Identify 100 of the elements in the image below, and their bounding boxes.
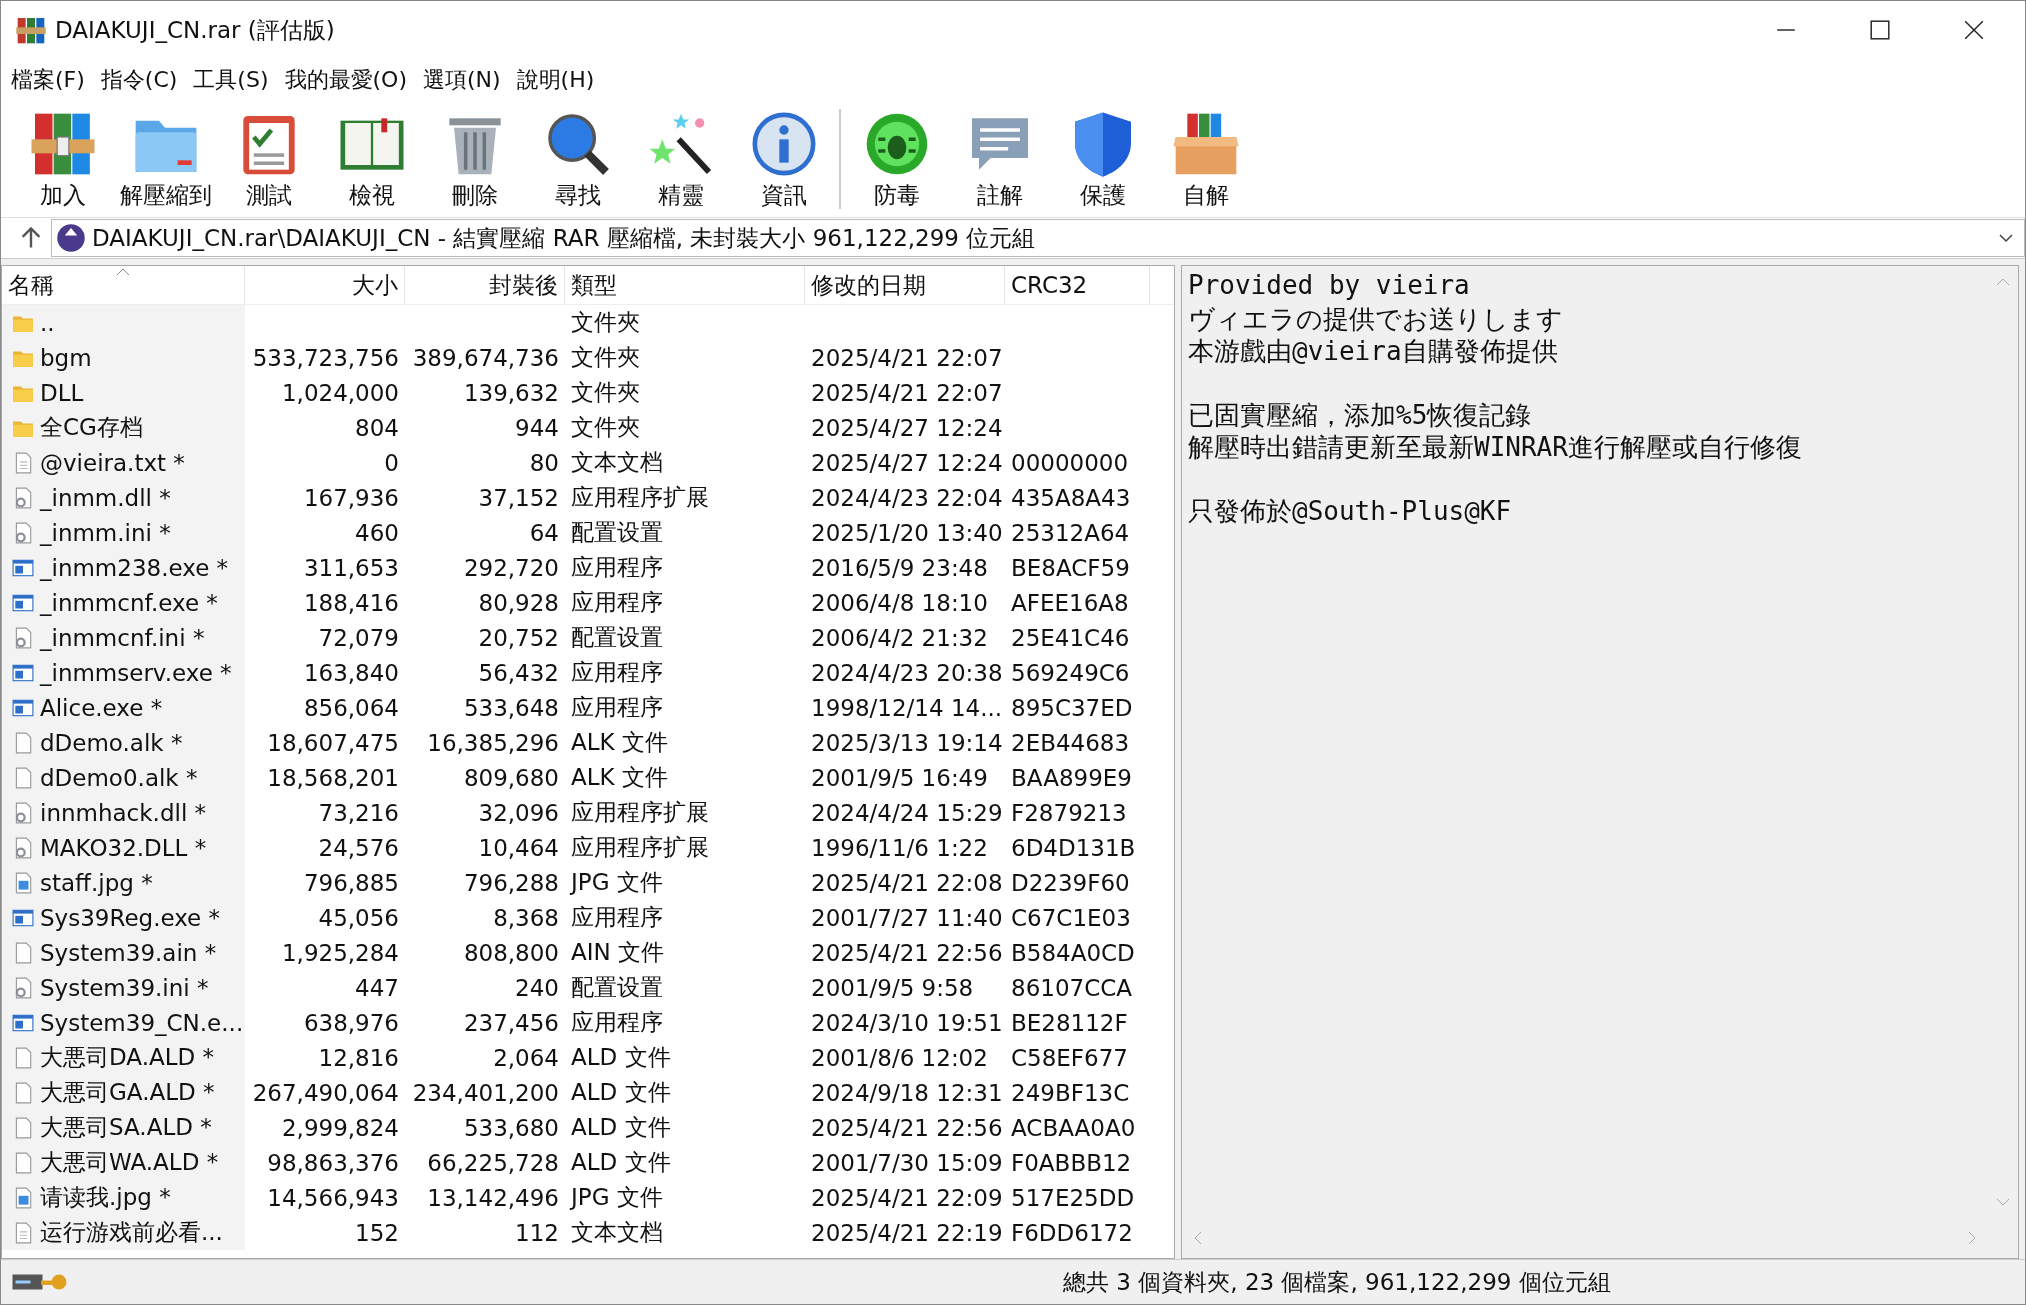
file-size: 163,840 <box>302 659 400 686</box>
toolbar-button[interactable]: 資訊 <box>732 107 835 213</box>
crc-value: 25312A64 <box>1010 519 1131 546</box>
file-name[interactable]: innmhack.dll * <box>2 795 245 830</box>
status-text: 總共 3 個資料夾, 23 個檔案, 961,122,299 個位元組 <box>1063 1267 1611 1297</box>
menu-item[interactable]: 指令(C) <box>98 63 180 97</box>
file-name[interactable]: 大悪司SA.ALD * <box>2 1110 245 1145</box>
sort-ascending-icon <box>116 268 130 276</box>
file-type: 应用程序 <box>570 1008 664 1037</box>
toolbar-button[interactable]: 解壓縮到 <box>114 107 217 213</box>
menu-item[interactable]: 說明(H) <box>514 63 597 97</box>
menu-item[interactable]: 我的最愛(O) <box>282 63 409 97</box>
file-type: JPG 文件 <box>568 868 664 897</box>
file-type: 配置设置 <box>570 973 664 1002</box>
toolbar-button[interactable]: 刪除 <box>423 107 526 213</box>
packed-size: 2,064 <box>492 1044 560 1071</box>
file-type: 配置设置 <box>570 518 664 547</box>
toolbar-button[interactable]: 註解 <box>948 107 1051 213</box>
file-name[interactable]: 大悪司DA.ALD * <box>2 1040 245 1075</box>
file-type: 应用程序 <box>570 588 664 617</box>
path-field[interactable]: DAIAKUJI_CN.rar\DAIAKUJI_CN - 結實壓縮 RAR 壓縮檔, 未封裝大小 961,122,299 位元組 <box>51 219 2025 257</box>
comment-line: ヴィエラの提供でお送りします <box>1188 304 1563 334</box>
file-size: 98,863,376 <box>266 1149 400 1176</box>
file-name[interactable]: staff.jpg * <box>2 865 245 900</box>
column-header[interactable]: 名稱 <box>2 266 245 304</box>
modified-date: 2025/4/21 22:56 <box>810 939 1004 966</box>
packed-size: 389,674,736 <box>411 344 560 371</box>
file-name[interactable]: System39_CN.e... <box>2 1005 245 1040</box>
up-arrow-button[interactable] <box>19 226 43 250</box>
file-name[interactable]: dDemo.alk * <box>2 725 245 760</box>
menu-item[interactable]: 選項(N) <box>421 63 503 97</box>
crc-value: 86107CCA <box>1010 974 1134 1001</box>
file-name[interactable]: _inmm.ini * <box>2 515 245 550</box>
file-name[interactable]: @vieira.txt * <box>2 445 245 480</box>
toolbar-button[interactable]: 尋找 <box>526 107 629 213</box>
toolbar-button[interactable]: 測試 <box>217 107 320 213</box>
menu-item[interactable]: 工具(S) <box>191 63 271 97</box>
file-name[interactable]: .. <box>2 305 245 340</box>
file-name[interactable]: 请读我.jpg * <box>2 1180 245 1215</box>
column-header[interactable]: 封裝後 <box>405 266 565 304</box>
file-type: 配置设置 <box>570 623 664 652</box>
file-name[interactable]: bgm <box>2 340 245 375</box>
file-type: 应用程序 <box>570 693 664 722</box>
file-size: 72,079 <box>317 624 400 651</box>
toolbar-button[interactable]: 檢視 <box>320 107 423 213</box>
file-type: 应用程序 <box>570 553 664 582</box>
file-name[interactable]: _inmm.dll * <box>2 480 245 515</box>
file-size: 856,064 <box>302 694 400 721</box>
crc-value: ACBAA0A0 <box>1010 1114 1137 1141</box>
modified-date: 2025/4/21 22:19 <box>810 1219 1004 1246</box>
modified-date: 2025/4/21 22:08 <box>810 869 1004 896</box>
file-name[interactable]: _inmmserv.exe * <box>2 655 245 690</box>
file-name[interactable]: Sys39Reg.exe * <box>2 900 245 935</box>
file-name[interactable]: _inmm238.exe * <box>2 550 245 585</box>
close-button[interactable] <box>1963 19 1985 41</box>
toolbar-button[interactable]: 自解 <box>1154 107 1257 213</box>
column-header[interactable]: 修改的日期 <box>805 266 1005 304</box>
crc-value: BAA899E9 <box>1010 764 1133 791</box>
comment-line: Provided by vieira <box>1188 270 1470 300</box>
packed-size: 237,456 <box>462 1009 560 1036</box>
file-size: 167,936 <box>302 484 400 511</box>
maximize-button[interactable] <box>1869 19 1891 41</box>
file-name[interactable]: DLL <box>2 375 245 410</box>
crc-value: C58EF677 <box>1010 1044 1129 1071</box>
archive-path: DAIAKUJI_CN.rar\DAIAKUJI_CN - 結實壓縮 RAR 壓縮檔, 未封裝大小 961,122,299 位元組 <box>92 223 1036 253</box>
toolbar-button[interactable]: 精靈 <box>629 107 732 213</box>
file-name[interactable]: 运行游戏前必看... <box>2 1215 245 1250</box>
file-name[interactable]: dDemo0.alk * <box>2 760 245 795</box>
file-size: 1,925,284 <box>280 939 400 966</box>
file-type: 文件夾 <box>570 413 641 442</box>
toolbar-button[interactable]: 保護 <box>1051 107 1154 213</box>
file-type: ALD 文件 <box>570 1148 672 1177</box>
file-size: 73,216 <box>317 799 400 826</box>
packed-size: 796,288 <box>462 869 560 896</box>
packed-size: 234,401,200 <box>411 1079 560 1106</box>
packed-size: 139,632 <box>462 379 560 406</box>
toolbar-button[interactable]: 防毒 <box>845 107 948 213</box>
file-name[interactable]: _inmmcnf.ini * <box>2 620 245 655</box>
modified-date: 2001/8/6 12:02 <box>810 1044 989 1071</box>
toolbar-button[interactable]: 加入 <box>11 107 114 213</box>
file-size: 45,056 <box>317 904 400 931</box>
file-name[interactable]: 大悪司WA.ALD * <box>2 1145 245 1180</box>
column-header[interactable]: 大小 <box>245 266 405 304</box>
file-name[interactable]: _inmmcnf.exe * <box>2 585 245 620</box>
file-name[interactable]: System39.ini * <box>2 970 245 1005</box>
file-name[interactable]: 全CG存档 <box>2 410 245 445</box>
packed-size: 292,720 <box>462 554 560 581</box>
crc-value: 2EB44683 <box>1010 729 1131 756</box>
file-name[interactable]: 大悪司GA.ALD * <box>2 1075 245 1110</box>
column-header[interactable]: 類型 <box>565 266 805 304</box>
crc-value: BE28112F <box>1010 1009 1129 1036</box>
modified-date: 2025/4/21 22:07 <box>810 344 1004 371</box>
file-size: 14,566,943 <box>266 1184 400 1211</box>
menu-item[interactable]: 檔案(F) <box>9 63 87 97</box>
file-name[interactable]: System39.ain * <box>2 935 245 970</box>
file-name[interactable]: MAKO32.DLL * <box>2 830 245 865</box>
file-size: 18,568,201 <box>266 764 400 791</box>
file-name[interactable]: Alice.exe * <box>2 690 245 725</box>
packed-size: 240 <box>514 974 560 1001</box>
column-header[interactable]: CRC32 <box>1005 266 1150 304</box>
